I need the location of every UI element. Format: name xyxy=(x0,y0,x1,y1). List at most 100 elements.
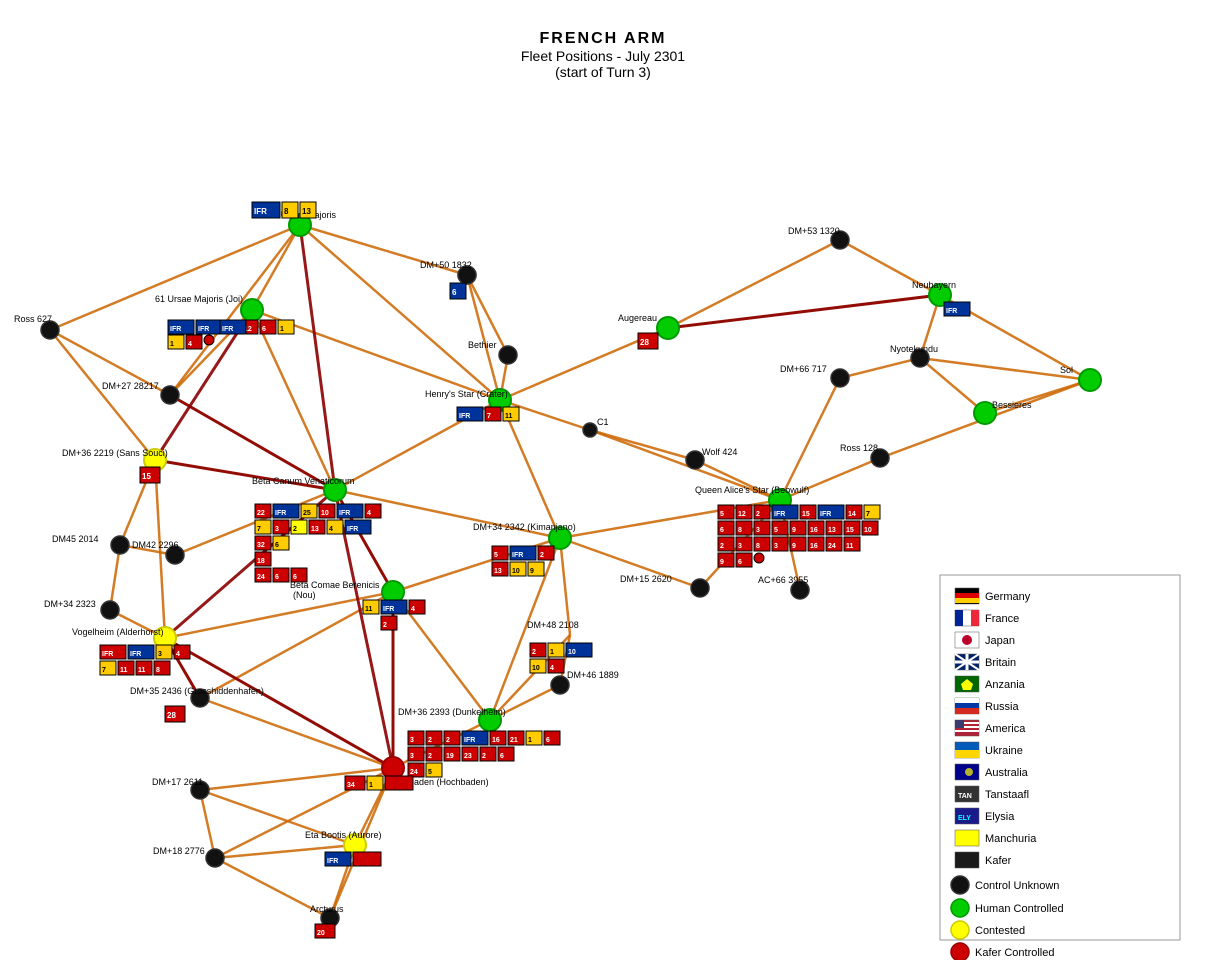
svg-text:TAN: TAN xyxy=(958,793,972,800)
svg-text:6: 6 xyxy=(500,753,504,760)
svg-text:13: 13 xyxy=(494,568,502,575)
svg-text:Control Unknown: Control Unknown xyxy=(975,880,1059,892)
svg-text:IFR: IFR xyxy=(254,207,267,216)
svg-text:20: 20 xyxy=(317,930,325,937)
svg-text:10: 10 xyxy=(864,527,872,534)
svg-text:DM+35 2436 (Grosshiddenhafen): DM+35 2436 (Grosshiddenhafen) xyxy=(130,686,264,696)
title-sub: Fleet Positions - July 2301 xyxy=(0,48,1206,64)
svg-text:DM+46 1889: DM+46 1889 xyxy=(567,670,619,680)
svg-text:DM+36 2219 (Sans Souci): DM+36 2219 (Sans Souci) xyxy=(62,448,168,458)
svg-text:Anzania: Anzania xyxy=(985,679,1026,691)
svg-text:3: 3 xyxy=(756,527,760,534)
svg-text:Ross 627: Ross 627 xyxy=(14,314,52,324)
svg-text:IFR: IFR xyxy=(275,510,286,517)
svg-text:28: 28 xyxy=(167,711,176,720)
svg-text:Manchuria: Manchuria xyxy=(985,833,1037,845)
svg-text:2: 2 xyxy=(383,622,387,629)
svg-text:IFR: IFR xyxy=(327,858,338,865)
svg-text:10: 10 xyxy=(568,649,576,656)
title-block: FRENCH ARM Fleet Positions - July 2301 (… xyxy=(0,30,1206,80)
svg-text:13: 13 xyxy=(311,526,319,533)
svg-text:11: 11 xyxy=(505,413,513,420)
svg-text:DM+50 1832: DM+50 1832 xyxy=(420,260,472,270)
svg-text:IFR: IFR xyxy=(512,552,523,559)
svg-text:DM+36 2393 (Dunkelheim): DM+36 2393 (Dunkelheim) xyxy=(398,707,506,717)
svg-text:Arcturus: Arcturus xyxy=(310,904,344,914)
svg-text:Sol: Sol xyxy=(1060,365,1073,375)
svg-text:15: 15 xyxy=(846,527,854,534)
svg-text:11: 11 xyxy=(846,543,854,550)
svg-text:IFR: IFR xyxy=(459,413,470,420)
svg-text:3: 3 xyxy=(275,526,279,533)
svg-text:1: 1 xyxy=(369,782,373,789)
svg-text:11: 11 xyxy=(365,606,373,613)
svg-text:Britain: Britain xyxy=(985,657,1016,669)
svg-text:13: 13 xyxy=(828,527,836,534)
svg-text:8: 8 xyxy=(156,667,160,674)
svg-text:6: 6 xyxy=(293,574,297,581)
svg-text:3: 3 xyxy=(410,737,414,744)
svg-text:32: 32 xyxy=(257,542,265,549)
svg-text:8: 8 xyxy=(756,543,760,550)
svg-text:DM+53 1320: DM+53 1320 xyxy=(788,226,840,236)
svg-text:America: America xyxy=(985,723,1026,735)
svg-text:2: 2 xyxy=(446,737,450,744)
svg-text:7: 7 xyxy=(102,667,106,674)
svg-text:6: 6 xyxy=(738,559,742,566)
svg-text:5: 5 xyxy=(494,552,498,559)
svg-text:3: 3 xyxy=(738,543,742,550)
svg-text:9: 9 xyxy=(530,568,534,575)
svg-text:6: 6 xyxy=(452,288,457,297)
svg-text:21: 21 xyxy=(510,737,518,744)
svg-text:13: 13 xyxy=(302,207,311,216)
svg-text:4: 4 xyxy=(367,510,371,517)
svg-text:6: 6 xyxy=(275,574,279,581)
svg-text:IFR: IFR xyxy=(383,606,394,613)
svg-text:6: 6 xyxy=(546,737,550,744)
svg-text:3: 3 xyxy=(410,753,414,760)
svg-text:4: 4 xyxy=(188,341,192,348)
svg-text:11: 11 xyxy=(138,667,146,674)
svg-text:2: 2 xyxy=(482,753,486,760)
svg-text:1: 1 xyxy=(280,326,284,333)
svg-text:DM+17 2611: DM+17 2611 xyxy=(152,777,203,787)
svg-text:2: 2 xyxy=(756,511,760,518)
svg-text:IFR: IFR xyxy=(339,510,350,517)
svg-text:IFR: IFR xyxy=(130,651,141,658)
svg-text:Russia: Russia xyxy=(985,701,1020,713)
svg-text:DM+48 2108: DM+48 2108 xyxy=(527,620,579,630)
svg-text:(Nou): (Nou) xyxy=(293,590,316,600)
svg-text:34: 34 xyxy=(347,782,355,789)
svg-text:9: 9 xyxy=(792,527,796,534)
svg-text:6: 6 xyxy=(275,542,279,549)
svg-text:DM45 2014: DM45 2014 xyxy=(52,534,99,544)
svg-text:24: 24 xyxy=(257,574,265,581)
svg-text:2: 2 xyxy=(540,552,544,559)
svg-text:10: 10 xyxy=(532,665,540,672)
svg-text:5: 5 xyxy=(428,769,432,776)
svg-text:61 Ursae Majoris (Joi): 61 Ursae Majoris (Joi) xyxy=(155,294,243,304)
svg-text:Human Controlled: Human Controlled xyxy=(975,903,1064,915)
svg-text:8: 8 xyxy=(738,527,742,534)
svg-text:IFR: IFR xyxy=(464,737,475,744)
svg-text:IFR: IFR xyxy=(102,651,113,658)
svg-text:6: 6 xyxy=(262,326,266,333)
svg-text:Ross 128: Ross 128 xyxy=(840,443,878,453)
svg-text:24: 24 xyxy=(410,769,418,776)
svg-text:Henry's Star (Crater): Henry's Star (Crater) xyxy=(425,389,508,399)
svg-text:DM+15 2620: DM+15 2620 xyxy=(620,574,672,584)
svg-text:23: 23 xyxy=(464,753,472,760)
svg-text:Tanstaafl: Tanstaafl xyxy=(985,789,1029,801)
svg-text:16: 16 xyxy=(810,527,818,534)
svg-text:15: 15 xyxy=(142,472,151,481)
svg-text:15: 15 xyxy=(802,511,810,518)
svg-text:7: 7 xyxy=(866,511,870,518)
svg-text:1: 1 xyxy=(528,737,532,744)
svg-text:9: 9 xyxy=(792,543,796,550)
svg-text:2: 2 xyxy=(428,753,432,760)
svg-text:7: 7 xyxy=(257,526,261,533)
svg-text:7: 7 xyxy=(487,413,491,420)
svg-text:DM42 2296: DM42 2296 xyxy=(132,540,179,550)
svg-text:16: 16 xyxy=(810,543,818,550)
svg-text:Germany: Germany xyxy=(985,591,1031,603)
